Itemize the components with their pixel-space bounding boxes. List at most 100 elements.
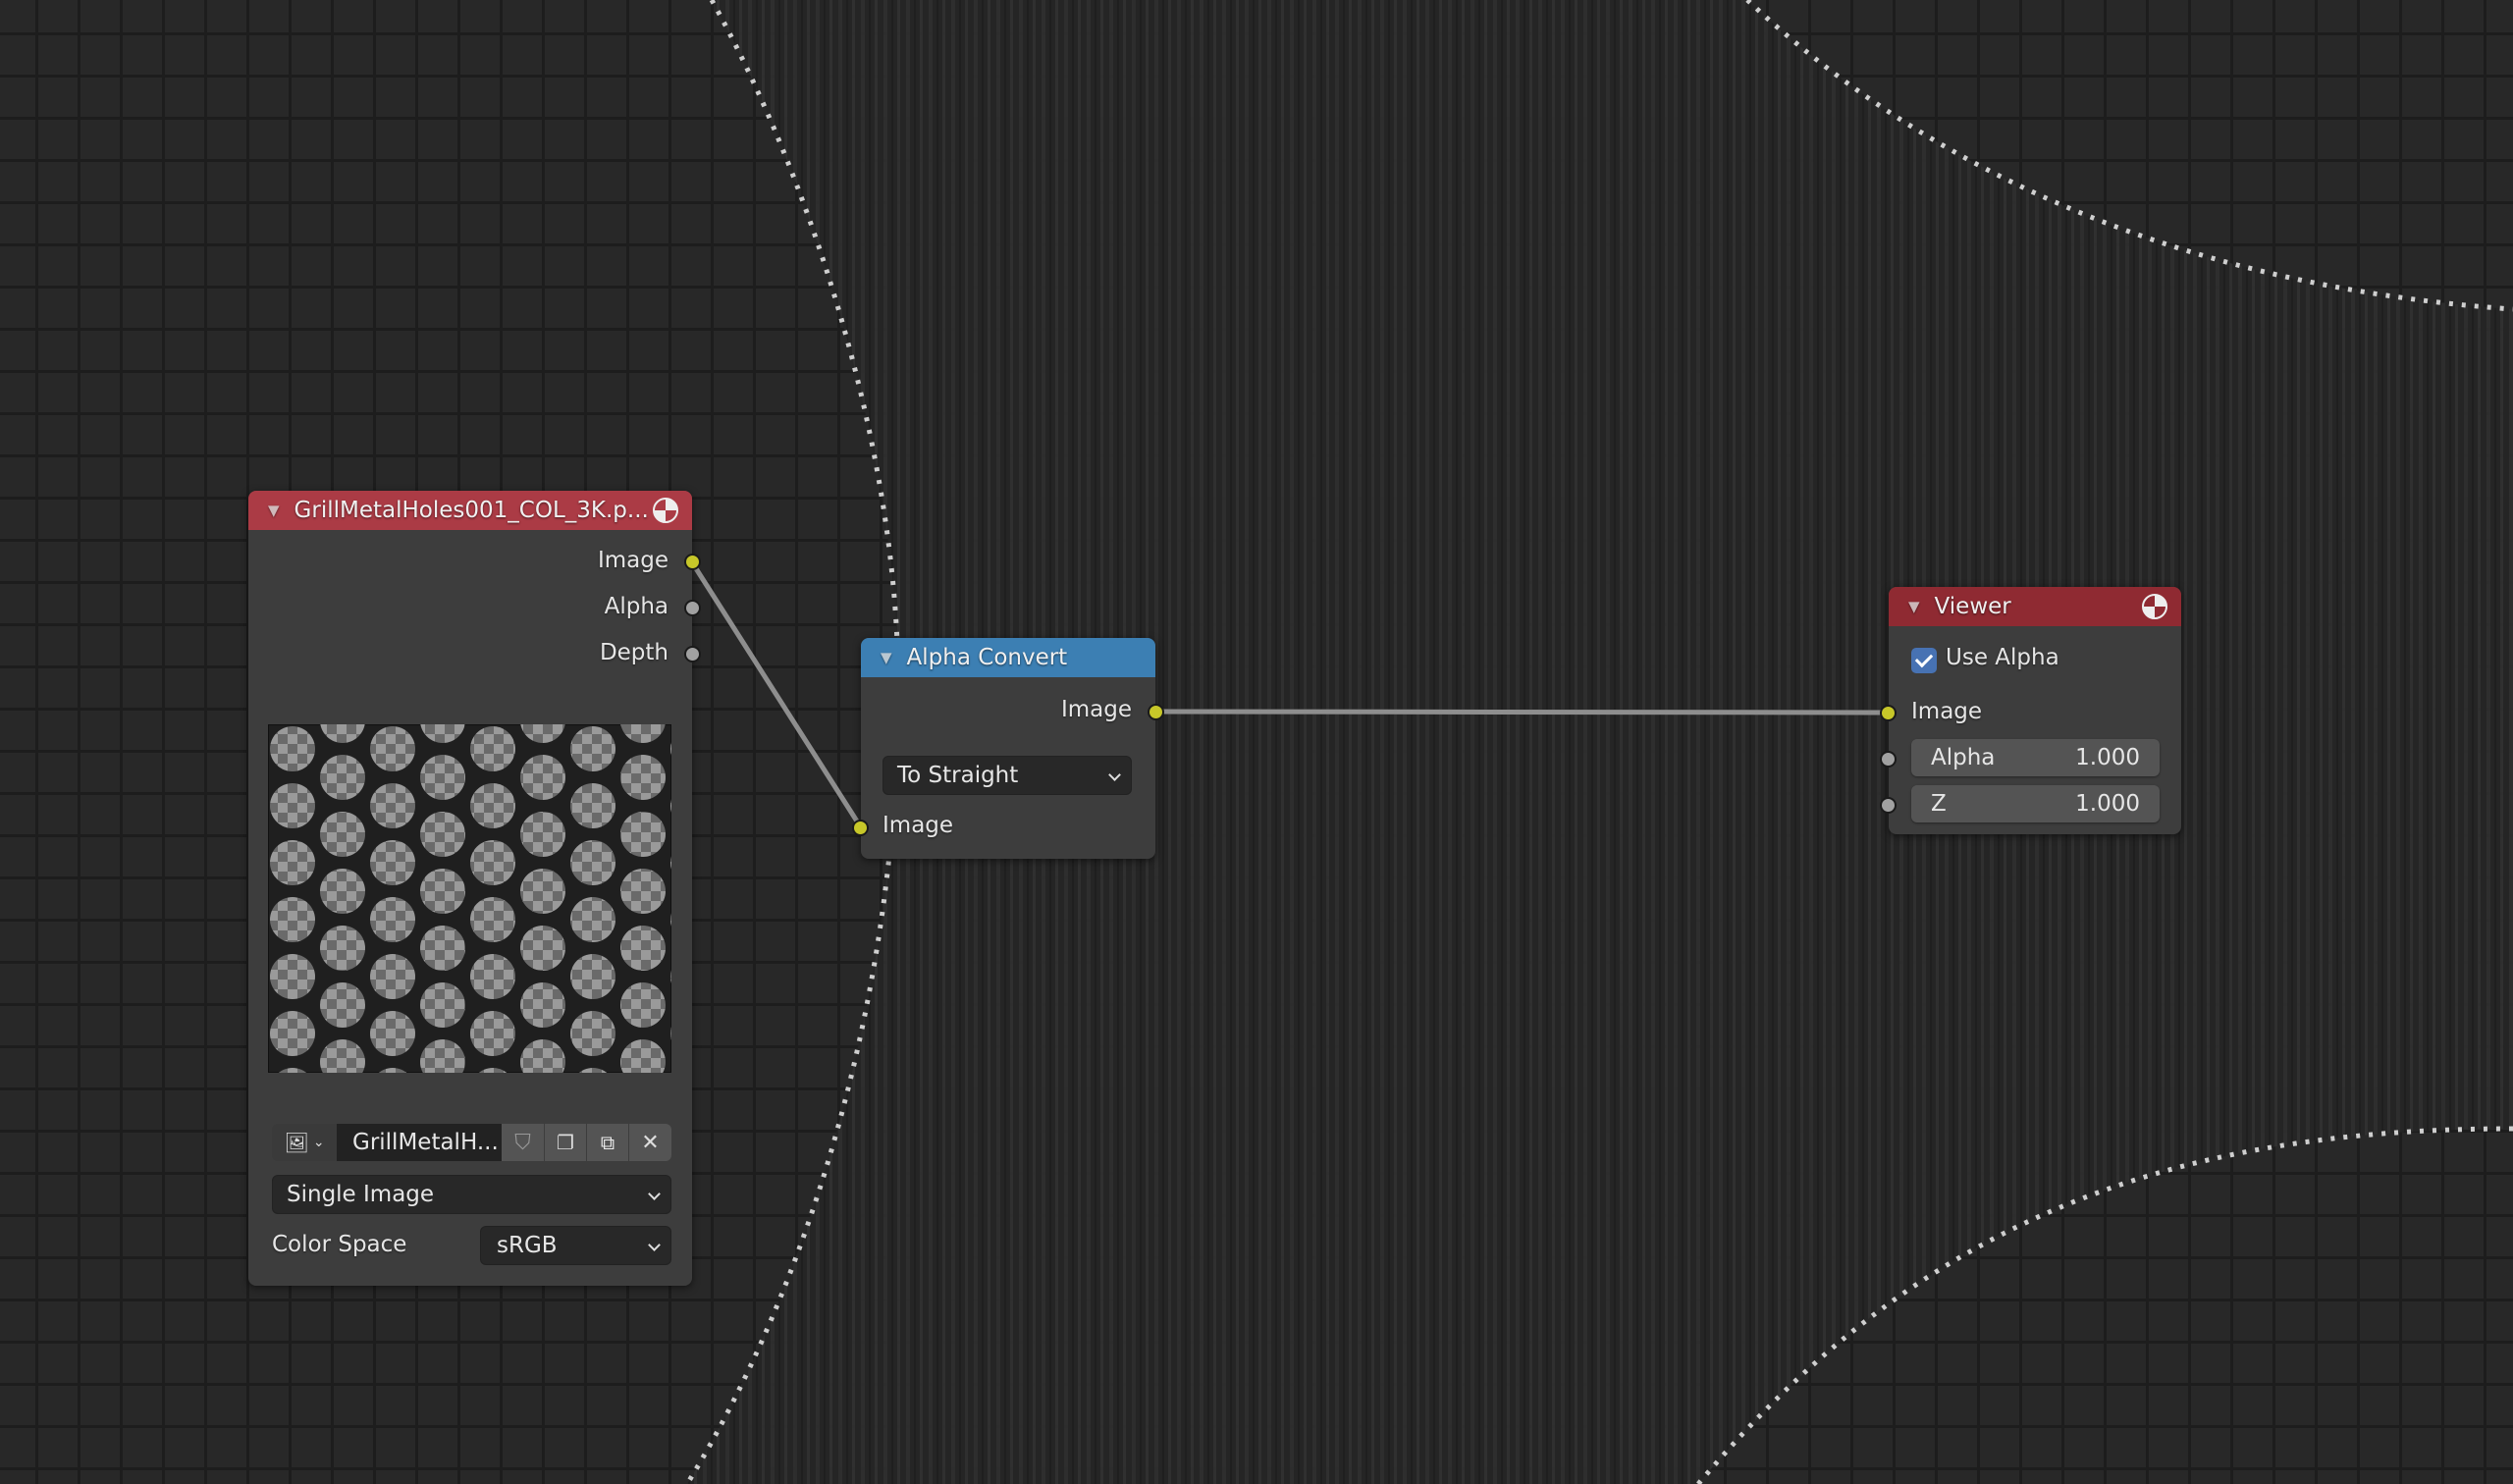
viewer-node-header[interactable]: ▼ Viewer bbox=[1889, 587, 2181, 626]
preview-hole bbox=[320, 755, 365, 800]
preview-hole bbox=[320, 812, 365, 857]
image-browse-button[interactable]: 🖼︎ ⌄ bbox=[272, 1124, 337, 1161]
chevron-down-icon bbox=[648, 1239, 661, 1251]
socket-output-image[interactable] bbox=[1148, 704, 1164, 720]
socket-output-alpha[interactable] bbox=[684, 600, 701, 616]
collapse-arrow-icon[interactable]: ▼ bbox=[268, 502, 280, 519]
socket-output-image[interactable] bbox=[684, 554, 701, 570]
preview-hole bbox=[420, 926, 465, 971]
preview-hole bbox=[320, 869, 365, 914]
preview-hole bbox=[570, 1011, 615, 1056]
socket-input-image[interactable] bbox=[1880, 705, 1897, 721]
preview-toggle-icon[interactable] bbox=[653, 498, 678, 523]
preview-hole bbox=[270, 840, 315, 885]
preview-hole bbox=[370, 897, 415, 942]
preview-hole bbox=[370, 1011, 415, 1056]
alpha-convert-node-header[interactable]: ▼ Alpha Convert bbox=[861, 638, 1155, 677]
preview-hole bbox=[270, 726, 315, 771]
preview-hole bbox=[520, 982, 565, 1028]
image-source-value: Single Image bbox=[287, 1182, 435, 1207]
image-browse-icon: 🖼︎ bbox=[284, 1131, 309, 1154]
preview-hole bbox=[320, 982, 365, 1028]
collapse-arrow-icon[interactable]: ▼ bbox=[881, 649, 892, 666]
socket-input-alpha[interactable] bbox=[1880, 751, 1897, 768]
preview-hole bbox=[270, 954, 315, 999]
preview-hole bbox=[370, 954, 415, 999]
preview-hole bbox=[270, 1011, 315, 1056]
preview-hole bbox=[470, 726, 515, 771]
preview-hole bbox=[370, 726, 415, 771]
preview-hole bbox=[570, 897, 615, 942]
duplicate-image-button[interactable]: ❐ bbox=[544, 1124, 586, 1161]
alpha-convert-node-title: Alpha Convert bbox=[906, 645, 1068, 670]
z-field-value: 1.000 bbox=[2075, 791, 2140, 817]
preview-hole bbox=[470, 1011, 515, 1056]
alpha-mode-dropdown[interactable]: To Straight bbox=[882, 756, 1132, 795]
preview-hole bbox=[370, 783, 415, 828]
unlink-image-button[interactable]: ✕ bbox=[628, 1124, 671, 1161]
preview-hole bbox=[620, 982, 666, 1028]
preview-toggle-icon[interactable] bbox=[2142, 594, 2167, 619]
alpha-mode-value: To Straight bbox=[897, 763, 1019, 788]
preview-hole bbox=[470, 897, 515, 942]
output-label-image: Image bbox=[1060, 697, 1132, 722]
color-space-value: sRGB bbox=[497, 1233, 558, 1258]
preview-hole bbox=[470, 783, 515, 828]
preview-hole bbox=[420, 812, 465, 857]
preview-hole bbox=[520, 812, 565, 857]
preview-hole bbox=[520, 755, 565, 800]
alpha-value-field[interactable]: Alpha 1.000 bbox=[1911, 739, 2160, 776]
preview-hole bbox=[520, 869, 565, 914]
close-icon: ✕ bbox=[641, 1130, 660, 1155]
preview-hole bbox=[620, 869, 666, 914]
viewer-node[interactable]: ▼ Viewer Use Alpha Image Alpha 1.000 Z 1… bbox=[1880, 587, 2181, 834]
duplicate-icon: ❐ bbox=[557, 1131, 574, 1154]
preview-hole bbox=[370, 840, 415, 885]
viewer-node-title: Viewer bbox=[1934, 594, 2011, 619]
preview-hole bbox=[420, 755, 465, 800]
image-node-header[interactable]: ▼ GrillMetalHoles001_COL_3K.p... bbox=[248, 491, 692, 530]
input-label-image: Image bbox=[1911, 699, 1983, 724]
collapse-arrow-icon[interactable]: ▼ bbox=[1908, 598, 1920, 615]
preview-hole bbox=[570, 726, 615, 771]
color-space-dropdown[interactable]: sRGB bbox=[480, 1226, 671, 1265]
image-name-field[interactable]: GrillMetalH... bbox=[337, 1124, 502, 1161]
image-preview bbox=[268, 724, 671, 1073]
output-label-image: Image bbox=[597, 548, 668, 573]
preview-hole bbox=[620, 755, 666, 800]
color-space-label: Color Space bbox=[272, 1232, 407, 1257]
new-image-icon: ⧉ bbox=[600, 1131, 615, 1154]
preview-hole bbox=[570, 840, 615, 885]
image-datablock-bar: 🖼︎ ⌄ GrillMetalH... ⛉ ❐ ⧉ ✕ bbox=[272, 1124, 671, 1161]
image-source-dropdown[interactable]: Single Image bbox=[272, 1175, 671, 1214]
preview-hole bbox=[270, 897, 315, 942]
image-node[interactable]: ▼ GrillMetalHoles001_COL_3K.p... Image A… bbox=[248, 491, 701, 1286]
z-value-field[interactable]: Z 1.000 bbox=[1911, 785, 2160, 822]
alpha-field-label: Alpha bbox=[1931, 745, 1996, 770]
fake-user-button[interactable]: ⛉ bbox=[502, 1124, 544, 1161]
alpha-convert-node[interactable]: ▼ Alpha Convert Image To Straight Image bbox=[852, 638, 1164, 859]
preview-hole bbox=[470, 840, 515, 885]
alpha-field-value: 1.000 bbox=[2075, 745, 2140, 770]
socket-output-depth[interactable] bbox=[684, 646, 701, 662]
chevron-down-icon bbox=[1108, 768, 1121, 781]
socket-input-z[interactable] bbox=[1880, 797, 1897, 814]
preview-hole bbox=[620, 926, 666, 971]
socket-input-image[interactable] bbox=[852, 820, 869, 836]
preview-hole bbox=[620, 812, 666, 857]
z-field-label: Z bbox=[1931, 791, 1947, 817]
output-label-depth: Depth bbox=[599, 640, 668, 665]
use-alpha-label: Use Alpha bbox=[1946, 645, 2059, 670]
chevron-down-icon bbox=[648, 1188, 661, 1200]
chevron-down-icon: ⌄ bbox=[312, 1135, 325, 1150]
preview-hole bbox=[420, 869, 465, 914]
new-image-button[interactable]: ⧉ bbox=[586, 1124, 628, 1161]
preview-hole bbox=[470, 954, 515, 999]
input-label-image: Image bbox=[882, 813, 954, 838]
fake-user-shield-icon: ⛉ bbox=[514, 1130, 531, 1155]
preview-hole bbox=[520, 926, 565, 971]
use-alpha-checkbox[interactable] bbox=[1911, 648, 1937, 673]
preview-hole bbox=[570, 954, 615, 999]
output-label-alpha: Alpha bbox=[604, 594, 668, 619]
preview-hole bbox=[420, 982, 465, 1028]
